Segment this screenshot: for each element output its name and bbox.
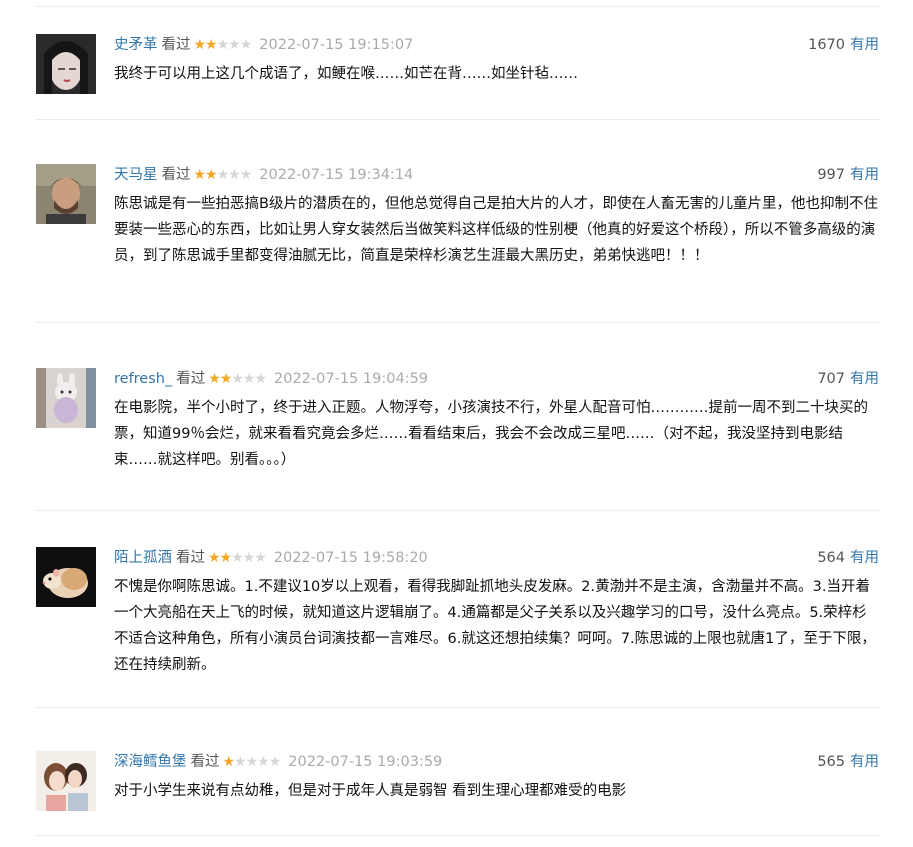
rating-stars: ★★★★★ bbox=[193, 164, 253, 186]
review-header: 史矛革 看过 ★★★★★ 2022-07-15 19:15:07 bbox=[114, 34, 413, 56]
rating-stars: ★★★★★ bbox=[222, 751, 282, 773]
username-link[interactable]: 陌上孤酒 bbox=[114, 550, 172, 566]
review-divider bbox=[36, 119, 879, 120]
couple-illustration-avatar[interactable] bbox=[36, 751, 96, 811]
review-divider bbox=[36, 835, 879, 836]
watch-status: 看过 bbox=[176, 371, 206, 387]
useful-count: 997 bbox=[817, 167, 845, 183]
review-time: 2022-07-15 19:03:59 bbox=[288, 754, 443, 770]
rating-stars: ★★★★★ bbox=[208, 547, 267, 569]
star-icon: ★★ bbox=[193, 37, 218, 53]
review-text: 对于小学生来说有点幼稚，但是对于成年人真是弱智 看到生理心理都难受的电影 bbox=[114, 783, 627, 799]
review-header: 天马星 看过 ★★★★★ 2022-07-15 19:34:14 bbox=[114, 164, 413, 186]
man-portrait-avatar[interactable] bbox=[36, 164, 96, 224]
star-empty-icon: ★★★ bbox=[231, 550, 267, 566]
useful-count: 564 bbox=[817, 550, 845, 566]
useful-count: 707 bbox=[817, 371, 845, 387]
plush-toy-avatar[interactable] bbox=[36, 368, 96, 428]
useful-button[interactable]: 有用 bbox=[850, 550, 879, 566]
review-header: 深海鳕鱼堡 看过 ★★★★★ 2022-07-15 19:03:59 bbox=[114, 751, 442, 773]
star-icon: ★★ bbox=[193, 167, 218, 183]
vote-area: 707 有用 bbox=[817, 368, 879, 390]
review-header: 陌上孤酒 看过 ★★★★★ 2022-07-15 19:58:20 bbox=[114, 547, 428, 569]
review-time: 2022-07-15 19:04:59 bbox=[274, 371, 428, 387]
review-header: refresh_ 看过 ★★★★★ 2022-07-15 19:04:59 bbox=[114, 368, 428, 390]
review-divider bbox=[36, 322, 879, 323]
useful-button[interactable]: 有用 bbox=[850, 167, 879, 183]
username-link[interactable]: 深海鳕鱼堡 bbox=[114, 754, 187, 770]
username-link[interactable]: refresh_ bbox=[114, 371, 172, 387]
vote-area: 997 有用 bbox=[817, 164, 879, 186]
rating-stars: ★★★★★ bbox=[193, 34, 253, 56]
watch-status: 看过 bbox=[161, 167, 191, 183]
star-empty-icon: ★★★ bbox=[216, 167, 253, 183]
review-time: 2022-07-15 19:34:14 bbox=[259, 167, 414, 183]
rating-stars: ★★★★★ bbox=[208, 368, 267, 390]
review-text: 不愧是你啊陈思诚。1.不建议10岁以上观看，看得我脚趾抓地头皮发麻。2.黄渤并不… bbox=[114, 579, 876, 673]
username-link[interactable]: 天马星 bbox=[114, 167, 158, 183]
hamster-avatar[interactable] bbox=[36, 547, 96, 607]
review-text: 陈思诚是有一些拍恶搞B级片的潜质在的，但他总觉得自己是拍大片的人才，即使在人畜无… bbox=[114, 196, 878, 264]
review-time: 2022-07-15 19:15:07 bbox=[259, 37, 414, 53]
watch-status: 看过 bbox=[176, 550, 205, 566]
review-text: 在电影院，半个小时了，终于进入正题。人物浮夸，小孩演技不行，外星人配音可怕………… bbox=[114, 400, 868, 468]
star-icon: ★ bbox=[222, 754, 236, 770]
useful-button[interactable]: 有用 bbox=[850, 371, 879, 387]
star-icon: ★★ bbox=[208, 550, 232, 566]
useful-count: 1670 bbox=[808, 37, 845, 53]
star-icon: ★★ bbox=[208, 371, 232, 387]
useful-button[interactable]: 有用 bbox=[850, 754, 879, 770]
star-empty-icon: ★★★★ bbox=[234, 754, 281, 770]
watch-status: 看过 bbox=[190, 754, 220, 770]
review-divider bbox=[36, 707, 879, 708]
watch-status: 看过 bbox=[161, 37, 191, 53]
vote-area: 565 有用 bbox=[817, 751, 879, 773]
review-text: 我终于可以用上这几个成语了，如鲠在喉……如芒在背……如坐针毡…… bbox=[114, 66, 578, 82]
useful-button[interactable]: 有用 bbox=[850, 37, 879, 53]
top-divider bbox=[36, 6, 879, 7]
vote-area: 1670 有用 bbox=[808, 34, 879, 56]
username-link[interactable]: 史矛革 bbox=[114, 37, 158, 53]
useful-count: 565 bbox=[817, 754, 845, 770]
star-empty-icon: ★★★ bbox=[216, 37, 253, 53]
woman-portrait-avatar[interactable] bbox=[36, 34, 96, 94]
review-divider bbox=[36, 510, 879, 511]
vote-area: 564 有用 bbox=[817, 547, 879, 569]
review-time: 2022-07-15 19:58:20 bbox=[273, 550, 428, 566]
star-empty-icon: ★★★ bbox=[231, 371, 267, 387]
